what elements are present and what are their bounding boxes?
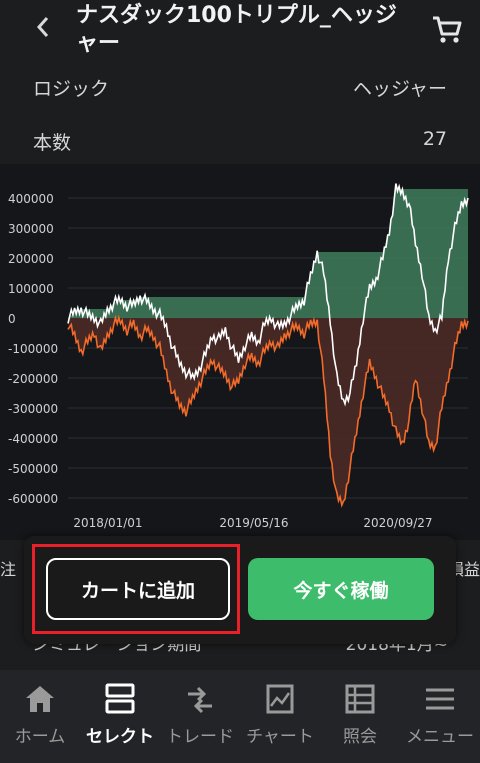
menu-icon <box>422 682 458 716</box>
chart-svg: 400000 300000 200000 100000 0 -100000 -200000 -… <box>8 183 469 530</box>
run-now-button[interactable]: 今すぐ稼働 <box>248 558 434 620</box>
count-row: 本数 27 <box>0 114 480 168</box>
x-tick-label: 2018/01/01 <box>73 516 142 530</box>
app-header: ナスダック100トリプル_ヘッジャー <box>0 0 480 60</box>
nav-chart[interactable]: チャート <box>240 670 320 763</box>
x-tick-label: 2020/09/27 <box>363 516 432 530</box>
bottom-nav: ホーム セレクト トレード チャート 照会 メニュー <box>0 670 480 763</box>
y-tick-label: 0 <box>8 312 16 326</box>
y-tick-label: -500000 <box>8 462 58 476</box>
logic-value: ヘッジャー <box>352 78 447 100</box>
count-label: 本数 <box>33 132 72 154</box>
y-tick-label: -600000 <box>8 492 58 506</box>
profit-chart: 400000 300000 200000 100000 0 -100000 -200000 -… <box>0 164 480 540</box>
nav-select[interactable]: セレクト <box>80 670 160 763</box>
cart-icon[interactable] <box>430 12 464 46</box>
profit-area <box>68 189 468 318</box>
highlight-box <box>32 544 240 634</box>
y-tick-label: 200000 <box>8 252 54 266</box>
home-icon <box>22 682 58 716</box>
inquiry-icon <box>342 682 378 716</box>
y-tick-label: 300000 <box>8 222 54 236</box>
nav-menu-label: メニュー <box>406 727 474 747</box>
nav-menu[interactable]: メニュー <box>400 670 480 763</box>
nav-home[interactable]: ホーム <box>0 670 80 763</box>
nav-inquiry[interactable]: 照会 <box>320 670 400 763</box>
trade-arrows-icon <box>182 682 218 716</box>
y-tick-label: 400000 <box>8 192 54 206</box>
logic-row: ロジック ヘッジャー <box>0 60 480 114</box>
select-icon <box>102 682 138 716</box>
y-tick-label: -100000 <box>8 342 58 356</box>
nav-trade[interactable]: トレード <box>160 670 240 763</box>
y-tick-label: -200000 <box>8 372 58 386</box>
chart-icon <box>262 682 298 716</box>
x-tick-label: 2019/05/16 <box>219 516 288 530</box>
y-tick-label: -300000 <box>8 402 58 416</box>
y-tick-label: 100000 <box>8 282 54 296</box>
cut-label-left: 注 <box>0 560 17 579</box>
chevron-left-icon[interactable] <box>30 10 58 44</box>
count-value: 27 <box>422 128 447 150</box>
page-title: ナスダック100トリプル_ヘッジャー <box>76 3 397 56</box>
logic-label: ロジック <box>33 78 110 100</box>
y-tick-label: -400000 <box>8 432 58 446</box>
